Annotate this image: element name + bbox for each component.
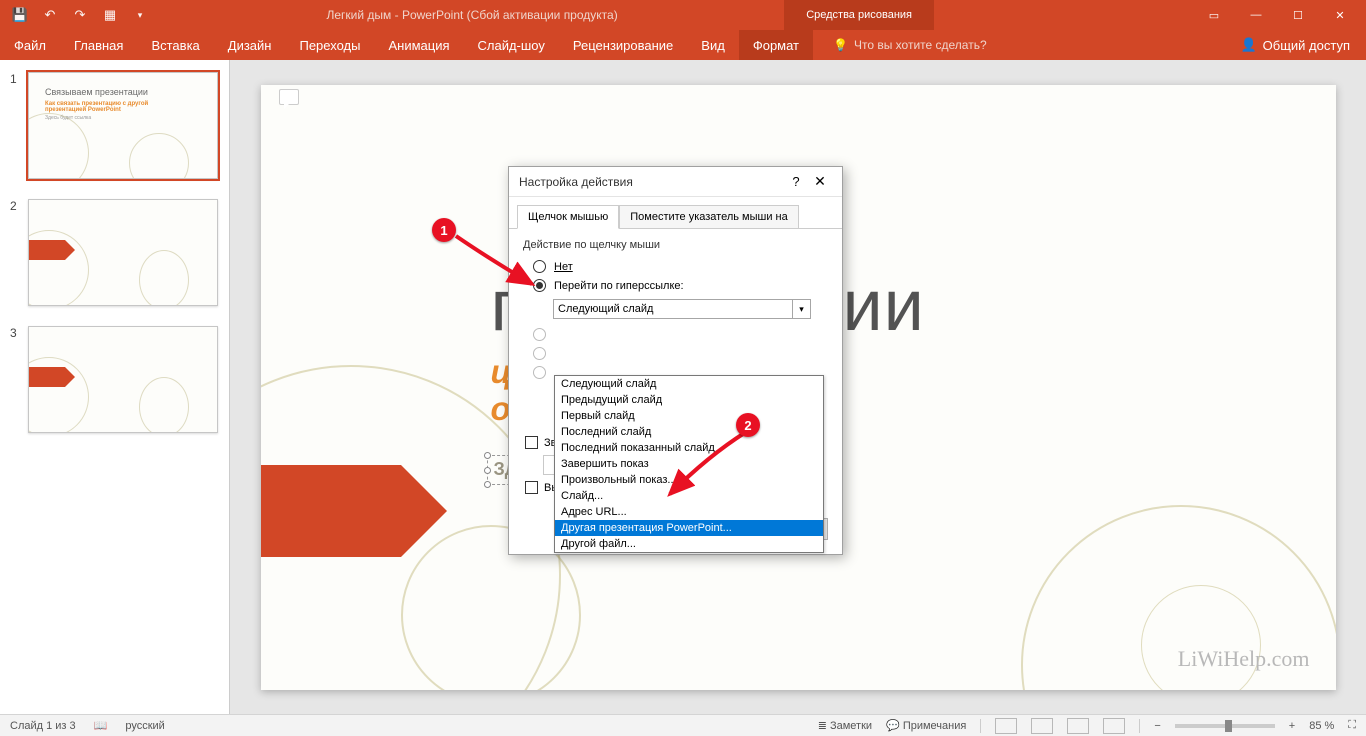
dialog-title: Настройка действия (519, 175, 784, 189)
thumb-number: 1 (10, 72, 22, 179)
dropdown-item[interactable]: Адрес URL... (555, 504, 823, 520)
checkbox-icon[interactable] (525, 481, 538, 494)
dialog-tab-hover[interactable]: Поместите указатель мыши на (619, 205, 799, 228)
zoom-level[interactable]: 85 % (1309, 720, 1334, 732)
share-label: Общий доступ (1263, 38, 1350, 53)
radio-icon[interactable] (533, 347, 546, 360)
resize-handle[interactable] (484, 452, 491, 459)
comments-button[interactable]: 💬 Примечания (886, 719, 966, 732)
radio-hyperlink[interactable]: Перейти по гиперссылке: (523, 276, 828, 295)
qat-dropdown-icon[interactable]: ▾ (132, 7, 148, 23)
tab-insert[interactable]: Вставка (137, 30, 213, 60)
thumb-preview[interactable]: Связываем презентации Как связать презен… (28, 72, 218, 179)
ribbon-options-icon[interactable]: ▭ (1194, 0, 1234, 30)
dialog-help-icon[interactable]: ? (784, 174, 808, 189)
normal-view-icon[interactable] (995, 718, 1017, 734)
dropdown-item-selected[interactable]: Другая презентация PowerPoint... (555, 520, 823, 536)
radio-run-macro[interactable] (523, 344, 828, 363)
arrow-shape (261, 465, 401, 557)
comment-indicator-icon[interactable] (279, 89, 299, 105)
dialog-tabs: Щелчок мышью Поместите указатель мыши на (509, 197, 842, 229)
quick-access-toolbar: 💾 ↶ ↷ ▦ ▾ (0, 7, 160, 23)
tab-design[interactable]: Дизайн (214, 30, 286, 60)
slide-counter[interactable]: Слайд 1 из 3 (10, 720, 76, 732)
radio-run-program[interactable] (523, 325, 828, 344)
ribbon-tabs: Файл Главная Вставка Дизайн Переходы Ани… (0, 30, 1366, 60)
dialog-tab-click[interactable]: Щелчок мышью (517, 205, 619, 229)
resize-handle[interactable] (484, 467, 491, 474)
annotation-badge-2: 2 (736, 413, 760, 437)
tab-home[interactable]: Главная (60, 30, 137, 60)
thumb-number: 3 (10, 326, 22, 433)
status-bar: Слайд 1 из 3 📖 русский ≣ Заметки 💬 Приме… (0, 714, 1366, 736)
radio-none[interactable]: Нет (523, 257, 828, 276)
dialog-close-icon[interactable]: ✕ (808, 173, 832, 190)
thumb-title: Связываем презентации (45, 87, 148, 97)
radio-icon[interactable] (533, 328, 546, 341)
annotation-badge-1: 1 (432, 218, 456, 242)
notes-button[interactable]: ≣ Заметки (818, 719, 872, 732)
slideshow-view-icon[interactable] (1103, 718, 1125, 734)
thumbnail-2[interactable]: 2 (0, 193, 229, 320)
action-group-label: Действие по щелчку мыши (523, 239, 828, 251)
thumb-preview[interactable] (28, 199, 218, 306)
tab-view[interactable]: Вид (687, 30, 739, 60)
maximize-icon[interactable]: ☐ (1278, 0, 1318, 30)
radio-none-label: Нет (554, 261, 573, 273)
tab-slideshow[interactable]: Слайд-шоу (464, 30, 559, 60)
slide-thumbnails-panel[interactable]: 1 Связываем презентации Как связать през… (0, 60, 230, 714)
title-bar: 💾 ↶ ↷ ▦ ▾ Легкий дым - PowerPoint (Сбой … (0, 0, 1366, 30)
tell-me-search[interactable]: 💡 Что вы хотите сделать? (813, 30, 1224, 60)
thumb-number: 2 (10, 199, 22, 306)
close-icon[interactable]: ✕ (1320, 0, 1360, 30)
language-indicator[interactable]: русский (125, 720, 164, 732)
resize-handle[interactable] (484, 481, 491, 488)
thumbnail-3[interactable]: 3 (0, 320, 229, 447)
window-controls: ▭ — ☐ ✕ (1194, 0, 1366, 30)
start-from-beginning-icon[interactable]: ▦ (102, 7, 118, 23)
undo-icon[interactable]: ↶ (42, 7, 58, 23)
separator (980, 719, 981, 733)
dialog-titlebar[interactable]: Настройка действия ? ✕ (509, 167, 842, 197)
reading-view-icon[interactable] (1067, 718, 1089, 734)
share-button[interactable]: 👤 Общий доступ (1224, 30, 1366, 60)
tab-transitions[interactable]: Переходы (285, 30, 374, 60)
radio-hyperlink-label: Перейти по гиперссылке: (554, 280, 684, 292)
annotation-arrow-1 (448, 228, 548, 298)
dropdown-item[interactable]: Предыдущий слайд (555, 392, 823, 408)
thumb-subtitle: Как связать презентацию с другой презент… (45, 101, 185, 113)
chevron-down-icon[interactable]: ▾ (792, 300, 810, 318)
radio-icon[interactable] (533, 366, 546, 379)
tab-animation[interactable]: Анимация (374, 30, 463, 60)
minimize-icon[interactable]: — (1236, 0, 1276, 30)
zoom-in-icon[interactable]: + (1289, 720, 1295, 732)
share-icon: 👤 (1240, 37, 1256, 53)
zoom-slider[interactable] (1175, 724, 1275, 728)
separator (1139, 719, 1140, 733)
dropdown-item[interactable]: Другой файл... (555, 536, 823, 552)
tell-me-placeholder: Что вы хотите сделать? (854, 38, 987, 52)
save-icon[interactable]: 💾 (12, 7, 28, 23)
tab-review[interactable]: Рецензирование (559, 30, 687, 60)
dropdown-item[interactable]: Первый слайд (555, 408, 823, 424)
sorter-view-icon[interactable] (1031, 718, 1053, 734)
zoom-out-icon[interactable]: − (1154, 720, 1160, 732)
fit-to-window-icon[interactable]: ⛶ (1348, 719, 1356, 732)
hyperlink-combo[interactable]: Следующий слайд ▾ (553, 299, 811, 319)
combo-value: Следующий слайд (558, 303, 653, 315)
thumbnail-1[interactable]: 1 Связываем презентации Как связать през… (0, 66, 229, 193)
tab-format[interactable]: Формат (739, 30, 813, 60)
watermark: LiWiHelp.com (1178, 646, 1310, 672)
contextual-tab-title: Средства рисования (784, 0, 934, 30)
annotation-arrow-2 (658, 426, 758, 506)
checkbox-icon[interactable] (525, 436, 538, 449)
lightbulb-icon: 💡 (833, 38, 848, 52)
window-title: Легкий дым - PowerPoint (Сбой активации … (160, 8, 784, 22)
dropdown-item[interactable]: Следующий слайд (555, 376, 823, 392)
tab-file[interactable]: Файл (0, 30, 60, 60)
thumb-preview[interactable] (28, 326, 218, 433)
redo-icon[interactable]: ↷ (72, 7, 88, 23)
spellcheck-icon[interactable]: 📖 (94, 719, 108, 732)
